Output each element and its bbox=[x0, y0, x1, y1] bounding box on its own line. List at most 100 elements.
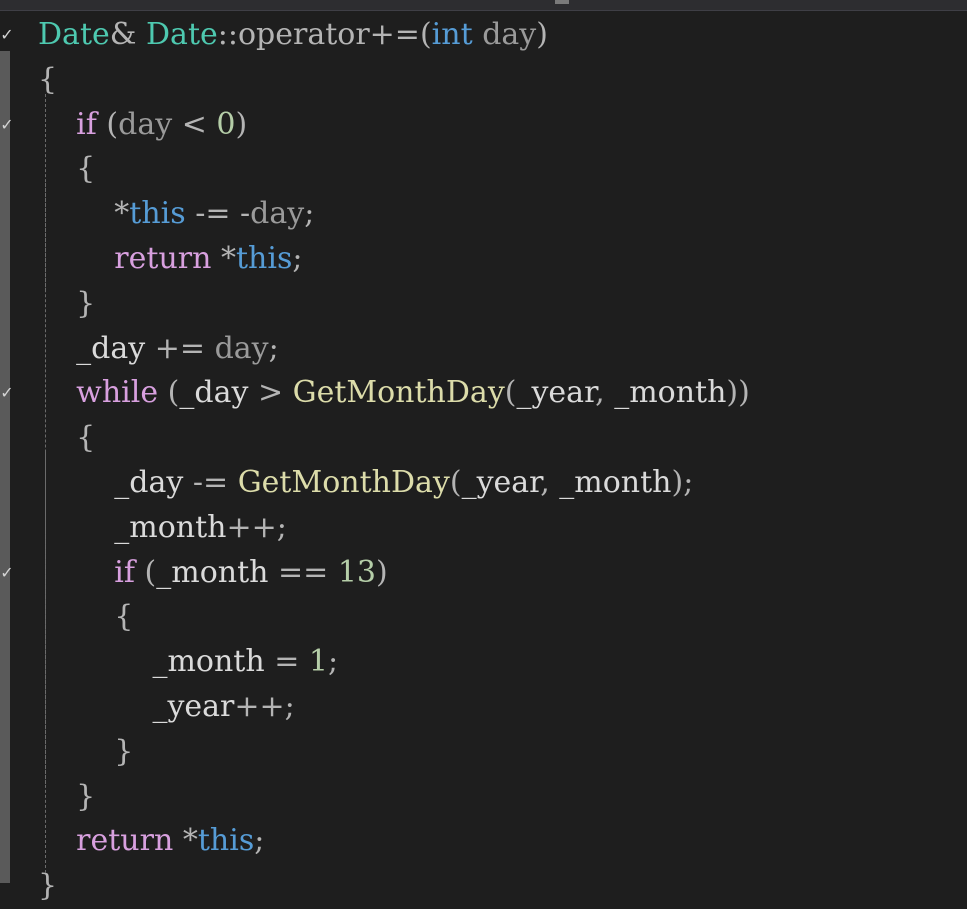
code-line[interactable]: *this -= -day; bbox=[38, 192, 967, 237]
code-token-field: _year bbox=[152, 688, 235, 724]
code-token-field: _year bbox=[461, 464, 541, 500]
code-token-fn: GetMonthDay bbox=[292, 375, 505, 411]
code-token-ctl: while bbox=[76, 375, 159, 411]
code-line[interactable]: { bbox=[38, 58, 967, 103]
code-token-field: _year bbox=[516, 375, 596, 411]
code-token-punct: ) bbox=[235, 106, 248, 142]
code-line[interactable]: _month++; bbox=[38, 506, 967, 551]
code-token-punct: ( bbox=[504, 375, 517, 411]
code-line[interactable]: if (_month == 13) bbox=[38, 551, 967, 596]
code-token-op: ++; bbox=[226, 509, 287, 545]
code-token-kw: this bbox=[235, 240, 293, 276]
code-token-num: 1 bbox=[308, 644, 328, 680]
code-line[interactable]: return *this; bbox=[38, 237, 967, 282]
code-token-ctl: if bbox=[76, 106, 97, 142]
code-token-ctl: return bbox=[114, 240, 212, 276]
code-token-punct: { bbox=[76, 151, 96, 187]
collapse-icon[interactable]: ✓ bbox=[0, 563, 14, 582]
code-token-op: -= bbox=[183, 464, 238, 500]
code-token-op: -= - bbox=[185, 196, 251, 232]
code-token-op: ::operator+= bbox=[217, 17, 420, 52]
collapse-icon[interactable]: ✓ bbox=[0, 26, 14, 44]
code-line[interactable]: _day += day; bbox=[38, 327, 967, 372]
code-token-op: * bbox=[114, 196, 130, 232]
code-line[interactable]: } bbox=[38, 282, 967, 327]
code-token-kw: this bbox=[129, 196, 186, 232]
code-line[interactable]: } bbox=[38, 730, 967, 775]
code-token-param: day bbox=[214, 330, 269, 366]
code-token-punct: ; bbox=[254, 823, 265, 859]
code-token-punct: ( bbox=[449, 464, 462, 500]
code-token-field: _day bbox=[179, 375, 249, 411]
collapse-icon[interactable]: ✓ bbox=[0, 115, 14, 134]
code-line[interactable]: _day -= GetMonthDay(_year, _month); bbox=[38, 461, 967, 506]
code-line[interactable]: if (day < 0) bbox=[38, 103, 967, 148]
change-indicator-bar bbox=[0, 51, 10, 883]
code-line[interactable]: return *this; bbox=[38, 819, 967, 864]
code-token-param: day bbox=[118, 106, 173, 142]
code-token-punct: } bbox=[76, 778, 96, 814]
code-token-field: _month bbox=[156, 554, 269, 590]
code-line[interactable]: } bbox=[38, 775, 967, 820]
code-token-num: 0 bbox=[216, 106, 236, 142]
code-token-punct: ); bbox=[671, 464, 694, 500]
code-token-field: _month bbox=[152, 644, 265, 680]
code-token-punct: ; bbox=[268, 330, 279, 366]
collapse-icon[interactable]: ✓ bbox=[0, 384, 14, 402]
code-token-op: += bbox=[145, 330, 215, 366]
code-token-punct: ( bbox=[158, 375, 180, 411]
code-line[interactable]: while (_day > GetMonthDay(_year, _month)… bbox=[38, 371, 967, 416]
code-token-punct: ( bbox=[419, 17, 432, 52]
code-token-kw: this bbox=[197, 823, 255, 859]
code-lines[interactable]: Date& Date::operator+=(int day){ if (day… bbox=[38, 13, 967, 909]
code-line[interactable]: _year++; bbox=[38, 685, 967, 730]
code-token-kw: int bbox=[431, 17, 473, 52]
code-line[interactable]: { bbox=[38, 147, 967, 192]
code-token-fn: GetMonthDay bbox=[237, 464, 450, 500]
code-token-op: ++; bbox=[234, 688, 295, 724]
code-token-punct: } bbox=[76, 285, 96, 321]
code-token-type: Date bbox=[38, 17, 110, 52]
code-token-param: day bbox=[250, 196, 305, 232]
code-token-op: & bbox=[109, 17, 146, 52]
code-token-op: * bbox=[211, 240, 236, 276]
code-line[interactable]: { bbox=[38, 416, 967, 461]
code-token-field: _day bbox=[114, 464, 184, 500]
code-token-op: > bbox=[248, 375, 293, 411]
code-token-type: Date bbox=[146, 17, 218, 52]
code-token-punct: { bbox=[76, 420, 96, 456]
code-token-op: < bbox=[172, 106, 217, 142]
code-line[interactable]: _month = 1; bbox=[38, 640, 967, 685]
code-token-num: 13 bbox=[337, 554, 377, 590]
code-token-param: day bbox=[482, 17, 537, 52]
code-token-ctl: return bbox=[76, 823, 174, 859]
code-token-field: _month bbox=[114, 509, 227, 545]
code-line[interactable]: } bbox=[38, 864, 967, 909]
code-line[interactable]: Date& Date::operator+=(int day) bbox=[38, 13, 967, 58]
code-token-field: _month bbox=[614, 375, 727, 411]
code-token-punct: { bbox=[114, 599, 134, 635]
horizontal-scroll-thumb[interactable] bbox=[555, 0, 569, 4]
editor-gutter: ✓ ✓ ✓ ✓ bbox=[0, 11, 30, 883]
code-token-punct: { bbox=[38, 61, 58, 97]
code-token-punct: , bbox=[540, 464, 560, 500]
code-line[interactable]: { bbox=[38, 595, 967, 640]
code-token-punct: } bbox=[38, 868, 58, 904]
code-token-ctl: if bbox=[114, 554, 135, 590]
indent-guide bbox=[45, 183, 46, 291]
code-token-field: _month bbox=[559, 464, 672, 500]
